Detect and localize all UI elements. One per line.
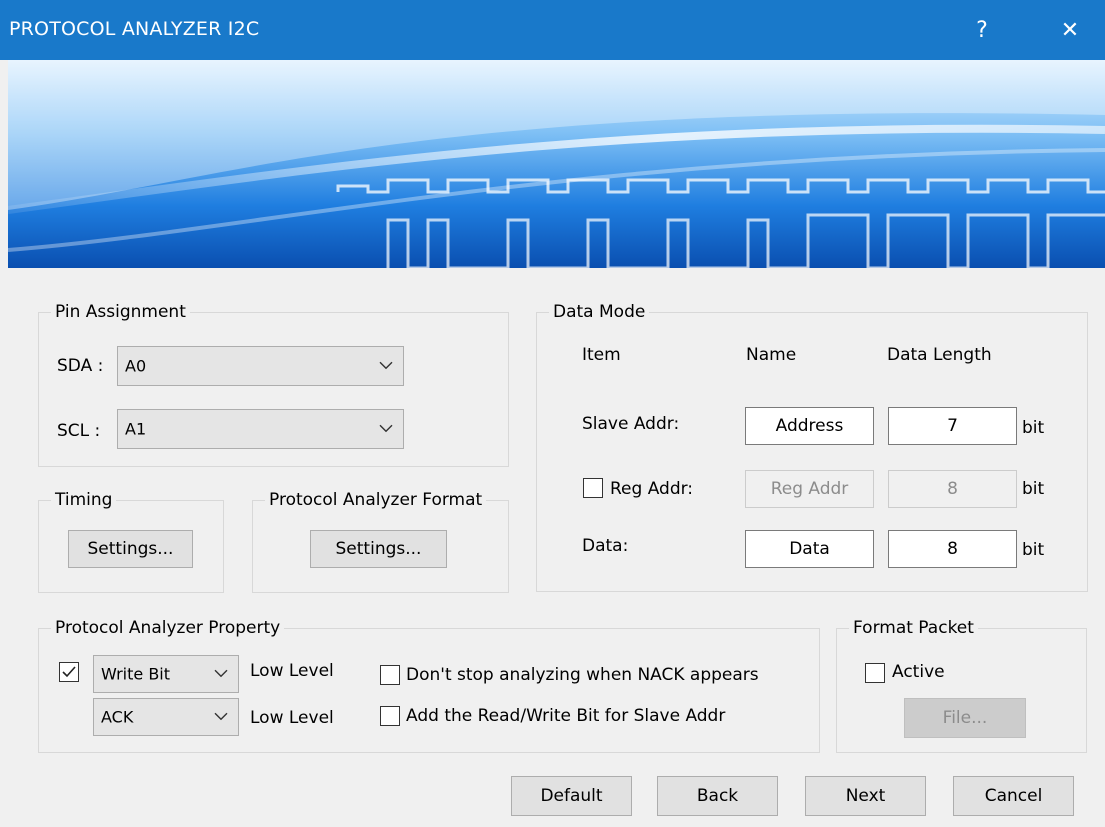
slave-addr-unit: bit xyxy=(1022,418,1045,438)
rw-slave-addr-checkbox[interactable] xyxy=(380,706,400,726)
close-icon[interactable]: ✕ xyxy=(1050,12,1090,48)
timing-settings-button[interactable]: Settings... xyxy=(68,530,193,568)
nack-option-label: Don't stop analyzing when NACK appears xyxy=(406,665,759,685)
header-item: Item xyxy=(582,345,621,365)
cancel-button[interactable]: Cancel xyxy=(953,776,1074,816)
chevron-down-icon xyxy=(214,712,228,721)
header-data-length: Data Length xyxy=(887,345,992,365)
rw-bit-level-label: Low Level xyxy=(250,661,334,681)
banner-image xyxy=(8,60,1105,268)
reg-addr-name-field[interactable]: Reg Addr xyxy=(745,470,874,508)
data-name-field[interactable]: Data xyxy=(745,530,874,568)
file-button[interactable]: File... xyxy=(904,698,1026,738)
help-icon[interactable]: ? xyxy=(962,12,1002,48)
default-button[interactable]: Default xyxy=(511,776,632,816)
slave-addr-name-field[interactable]: Address xyxy=(745,407,874,445)
next-button[interactable]: Next xyxy=(805,776,926,816)
reg-addr-label: Reg Addr: xyxy=(610,479,694,499)
rw-bit-select[interactable]: Write Bit xyxy=(93,655,239,693)
reg-addr-checkbox[interactable] xyxy=(583,478,603,498)
chevron-down-icon xyxy=(214,669,228,678)
ack-value: ACK xyxy=(101,707,134,727)
rw-bit-checkbox[interactable] xyxy=(59,662,79,682)
sda-value: A0 xyxy=(125,356,147,376)
data-label: Data: xyxy=(582,536,629,556)
back-button[interactable]: Back xyxy=(657,776,778,816)
scl-value: A1 xyxy=(125,419,147,439)
format-settings-button[interactable]: Settings... xyxy=(310,530,447,568)
nack-checkbox[interactable] xyxy=(380,665,400,685)
header-name: Name xyxy=(746,345,797,365)
rw-bit-value: Write Bit xyxy=(101,664,171,684)
pin-assignment-label: Pin Assignment xyxy=(51,301,190,323)
checkmark-icon xyxy=(62,666,76,678)
window-title: PROTOCOL ANALYZER I2C xyxy=(9,18,260,40)
scl-label: SCL : xyxy=(57,421,101,441)
active-label: Active xyxy=(892,662,945,682)
data-length-field[interactable]: 8 xyxy=(888,530,1017,568)
reg-addr-unit: bit xyxy=(1022,479,1045,499)
property-label: Protocol Analyzer Property xyxy=(51,617,285,639)
slave-addr-label: Slave Addr: xyxy=(582,414,680,434)
format-label: Protocol Analyzer Format xyxy=(265,489,487,511)
scl-select[interactable]: A1 xyxy=(117,409,404,449)
sda-select[interactable]: A0 xyxy=(117,346,404,386)
slave-addr-length-field[interactable]: 7 xyxy=(888,407,1017,445)
timing-label: Timing xyxy=(51,489,117,511)
chevron-down-icon xyxy=(379,424,393,433)
data-unit: bit xyxy=(1022,540,1045,560)
sda-label: SDA : xyxy=(57,356,104,376)
chevron-down-icon xyxy=(379,361,393,370)
rw-slave-addr-label: Add the Read/Write Bit for Slave Addr xyxy=(406,706,726,726)
format-packet-label: Format Packet xyxy=(849,617,978,639)
reg-addr-length-field[interactable]: 8 xyxy=(888,470,1017,508)
active-checkbox[interactable] xyxy=(865,663,885,683)
data-mode-label: Data Mode xyxy=(549,301,650,323)
title-bar: PROTOCOL ANALYZER I2C ? ✕ xyxy=(0,0,1105,60)
ack-level-label: Low Level xyxy=(250,708,334,728)
ack-select[interactable]: ACK xyxy=(93,698,239,736)
